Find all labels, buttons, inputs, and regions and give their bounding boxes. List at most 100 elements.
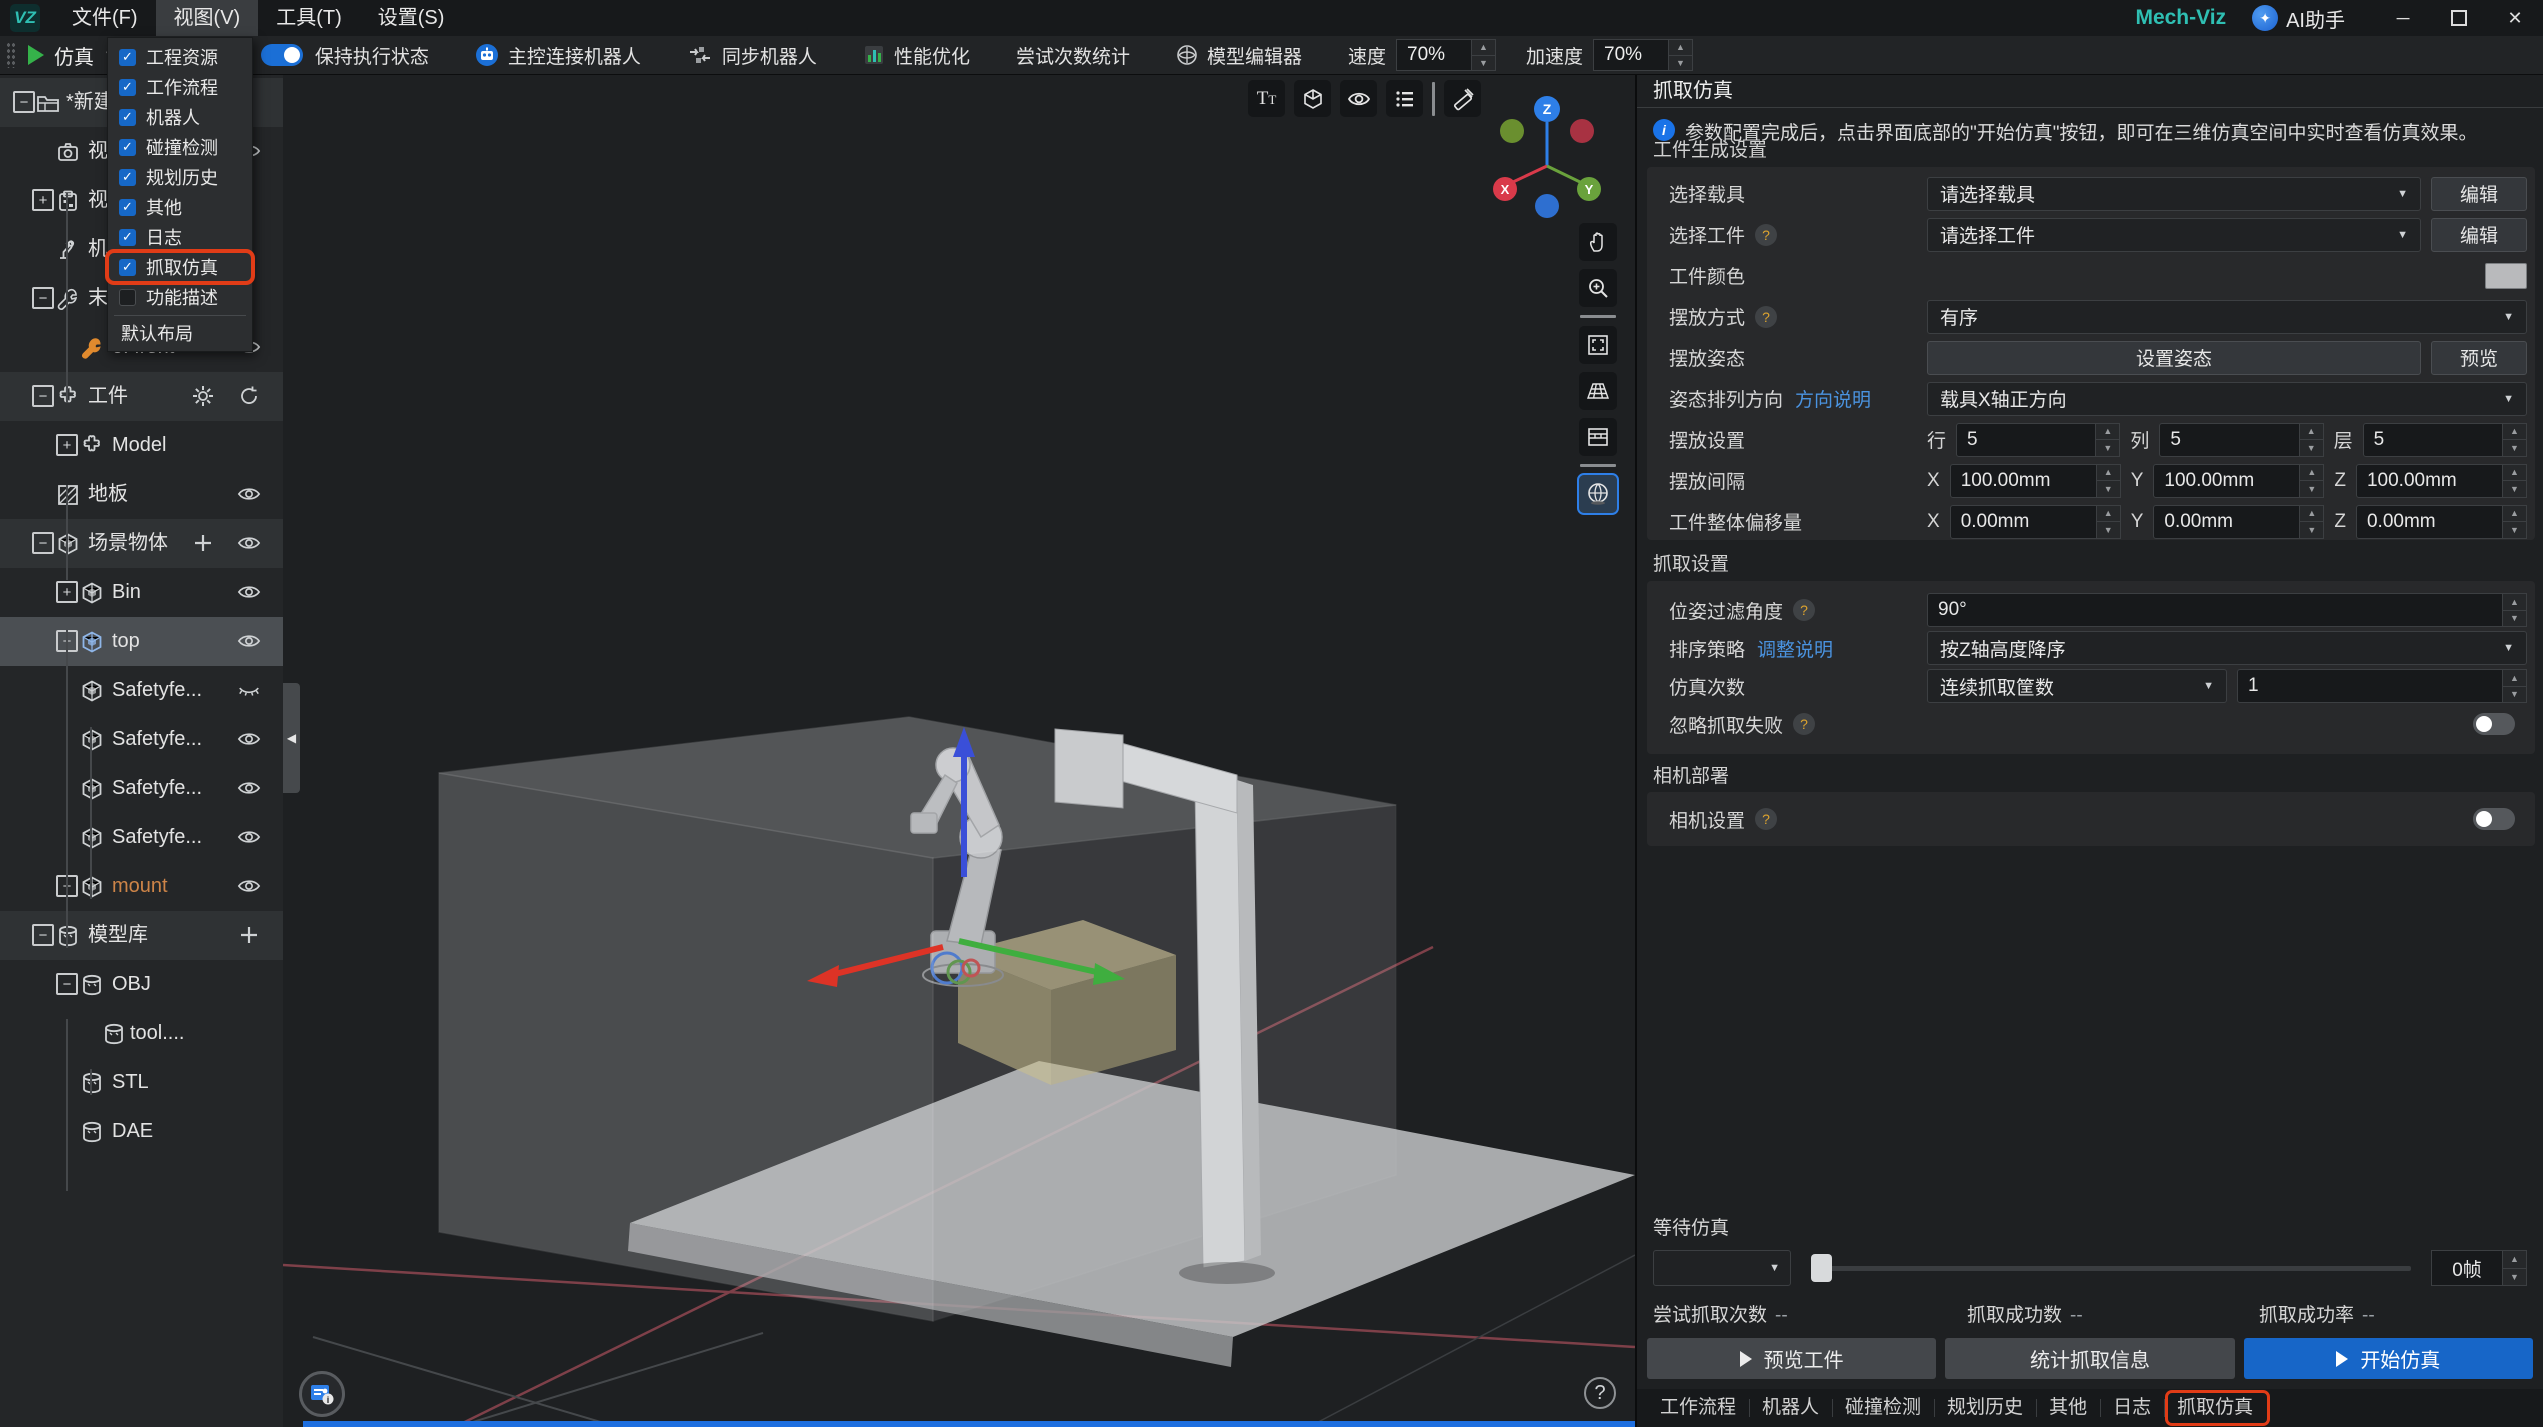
gear-icon[interactable] [191, 384, 215, 408]
menubar-item-2[interactable]: 工具(T) [258, 0, 360, 36]
eye-open-icon[interactable] [237, 482, 261, 506]
offset-z-value[interactable]: 0.00mm [2356, 505, 2503, 539]
grid-view-button[interactable] [1579, 372, 1617, 410]
spin-buttons[interactable]: ▲▼ [2503, 464, 2527, 498]
collapse-icon[interactable]: − [32, 287, 54, 309]
checkbox-checked-icon[interactable]: ✓ [119, 79, 136, 96]
tree-row-safetyfe-[interactable]: Safetyfe... [0, 813, 283, 862]
row-value[interactable]: 5 [1956, 423, 2096, 457]
workpiece-select[interactable]: 请选择工件▼ [1927, 218, 2421, 252]
bottom-tab-4[interactable]: 其他 [2036, 1394, 2100, 1422]
maximize-button[interactable] [2431, 0, 2487, 36]
menubar-item-3[interactable]: 设置(S) [360, 0, 463, 36]
menubar-item-0[interactable]: 文件(F) [54, 0, 156, 36]
sim-times-stepper[interactable]: 1▲▼ [2237, 669, 2527, 703]
eye-closed-icon[interactable] [237, 678, 261, 702]
tree-row--[interactable]: −场景物体 [0, 519, 283, 568]
view-menu-item-2[interactable]: ✓机器人 [108, 102, 252, 132]
view-menu-item-0[interactable]: ✓工程资源 [108, 42, 252, 72]
frame-stepper[interactable]: 0帧 ▲▼ [2431, 1250, 2527, 1286]
help-icon[interactable]: ? [1755, 808, 1777, 830]
checkbox-checked-icon[interactable]: ✓ [119, 49, 136, 66]
speed-spin-buttons[interactable]: ▲▼ [1472, 39, 1496, 71]
set-pose-button[interactable]: 设置姿态 [1927, 341, 2421, 375]
help-icon[interactable]: ? [1755, 224, 1777, 246]
simulate-button[interactable]: 仿真 [54, 41, 94, 70]
offset-x-stepper[interactable]: 0.00mm▲▼ [1950, 505, 2121, 539]
visibility-button[interactable] [1340, 80, 1377, 117]
carrier-edit-button[interactable]: 编辑 [2431, 177, 2527, 211]
view-menu-item-6[interactable]: ✓日志 [108, 222, 252, 252]
layer-value[interactable]: 5 [2363, 423, 2503, 457]
gap-z-value[interactable]: 100.00mm [2356, 464, 2503, 498]
label-display-button[interactable]: TT [1248, 80, 1285, 117]
tree-row-mount[interactable]: +mount [0, 862, 283, 911]
toolbar-grip-handle[interactable] [6, 42, 16, 68]
preview-pose-button[interactable]: 预览 [2431, 341, 2527, 375]
workpiece-edit-button[interactable]: 编辑 [2431, 218, 2527, 252]
menu-item-default-layout[interactable]: 默认布局 [108, 319, 252, 349]
minimize-button[interactable]: ─ [2375, 0, 2431, 36]
zoom-tool-button[interactable] [1579, 269, 1617, 307]
eye-open-icon[interactable] [237, 776, 261, 800]
spin-buttons[interactable]: ▲▼ [2300, 423, 2324, 457]
pose-filter-value[interactable]: 90° [1927, 593, 2503, 627]
sidebar-collapse-handle[interactable]: ◀ [283, 683, 300, 793]
pose-filter-stepper[interactable]: 90°▲▼ [1927, 593, 2527, 627]
spin-buttons[interactable]: ▲▼ [2503, 669, 2527, 703]
simulate-play-icon[interactable] [28, 45, 44, 65]
help-icon[interactable]: ? [1755, 306, 1777, 328]
help-button[interactable]: ? [1584, 1377, 1616, 1409]
gap-x-value[interactable]: 100.00mm [1950, 464, 2097, 498]
color-swatch[interactable] [2485, 263, 2527, 289]
playback-select[interactable]: ▼ [1653, 1250, 1791, 1286]
tree-row-safetyfe-[interactable]: Safetyfe... [0, 666, 283, 715]
tree-row-bin[interactable]: +Bin [0, 568, 283, 617]
gap-y-stepper[interactable]: 100.00mm▲▼ [2153, 464, 2324, 498]
bottom-tab-6[interactable]: 抓取仿真 [2164, 1394, 2266, 1422]
tree-row--[interactable]: 地板 [0, 470, 283, 519]
eye-open-icon[interactable] [237, 629, 261, 653]
layer-stepper[interactable]: 5▲▼ [2363, 423, 2527, 457]
list-button[interactable] [1386, 80, 1423, 117]
help-icon[interactable]: ? [1793, 713, 1815, 735]
3d-viewport[interactable]: TT Z X Y [283, 75, 1635, 1427]
ignore-fail-toggle[interactable] [2473, 713, 2515, 735]
accel-spin-buttons[interactable]: ▲▼ [1669, 39, 1693, 71]
offset-y-stepper[interactable]: 0.00mm▲▼ [2153, 505, 2324, 539]
view-menu-item-7[interactable]: ✓抓取仿真 [108, 252, 252, 282]
model-editor-button[interactable]: 模型编辑器 [1176, 42, 1302, 69]
sim-times-value[interactable]: 1 [2237, 669, 2503, 703]
tree-row-safetyfe-[interactable]: Safetyfe... [0, 715, 283, 764]
spin-buttons[interactable]: ▲▼ [2503, 423, 2527, 457]
keep-exec-toggle-item[interactable]: 保持执行状态 [261, 42, 429, 69]
checkbox-checked-icon[interactable]: ✓ [119, 139, 136, 156]
direction-help-link[interactable]: 方向说明 [1795, 385, 1871, 412]
frame-value[interactable]: 0帧 [2431, 1250, 2503, 1286]
plus-icon[interactable] [191, 531, 215, 555]
eye-open-icon[interactable] [237, 580, 261, 604]
attempt-stats-button[interactable]: 尝试次数统计 [1016, 42, 1130, 69]
view-menu-item-1[interactable]: ✓工作流程 [108, 72, 252, 102]
spin-buttons[interactable]: ▲▼ [2097, 505, 2121, 539]
slider-track[interactable] [1811, 1266, 2411, 1271]
pose-direction-select[interactable]: 载具X轴正方向▼ [1927, 382, 2527, 416]
scene-info-button[interactable]: i [299, 1371, 345, 1417]
tree-row-stl[interactable]: STL [0, 1058, 283, 1107]
refresh-icon[interactable] [237, 384, 261, 408]
carrier-select[interactable]: 请选择载具▼ [1927, 177, 2421, 211]
slider-handle[interactable] [1811, 1254, 1832, 1282]
view-menu-item-4[interactable]: ✓规划历史 [108, 162, 252, 192]
orientation-gizmo[interactable]: Z X Y [1479, 89, 1619, 219]
table-view-button[interactable] [1579, 418, 1617, 456]
bottom-tab-1[interactable]: 机器人 [1749, 1394, 1832, 1422]
tree-row-tool-[interactable]: tool.... [0, 1009, 283, 1058]
gap-y-value[interactable]: 100.00mm [2153, 464, 2300, 498]
offset-x-value[interactable]: 0.00mm [1950, 505, 2097, 539]
checkbox-checked-icon[interactable]: ✓ [119, 229, 136, 246]
accel-value[interactable]: 70% [1593, 39, 1669, 71]
frame-slider[interactable] [1811, 1250, 2411, 1286]
spin-buttons[interactable]: ▲▼ [2503, 593, 2527, 627]
spin-buttons[interactable]: ▲▼ [2503, 1250, 2527, 1286]
start-simulation-button[interactable]: 开始仿真 [2244, 1338, 2533, 1379]
